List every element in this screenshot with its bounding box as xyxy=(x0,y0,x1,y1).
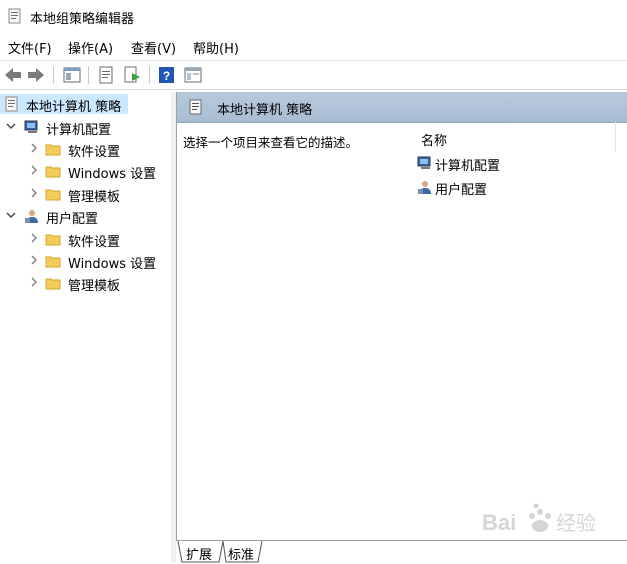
folder-icon xyxy=(45,144,61,156)
tree-item-label: 管理模板 xyxy=(68,190,121,205)
user-icon xyxy=(25,210,38,223)
tree-item-label: 本地计算机 策略 xyxy=(26,100,122,115)
tree-item-label: 计算机配置 xyxy=(46,123,112,138)
tree-item-label: 软件设置 xyxy=(68,145,121,160)
chevron-right-icon[interactable] xyxy=(28,276,40,288)
tree-item-label: Windows 设置 xyxy=(68,257,157,272)
help-icon[interactable]: ? xyxy=(157,65,177,85)
folder-icon xyxy=(45,256,61,268)
details-header: 本地计算机 策略 xyxy=(177,92,627,123)
toolbar: ? xyxy=(0,60,627,90)
svg-text:Bai: Bai xyxy=(482,510,516,535)
tab-extended[interactable]: 扩展 xyxy=(184,541,222,563)
svg-text:经验: 经验 xyxy=(556,511,596,535)
tree-item-computer-software[interactable]: 软件设置 xyxy=(0,139,171,160)
chevron-right-icon[interactable] xyxy=(28,142,40,154)
menu-file[interactable]: 文件(F) xyxy=(8,38,52,57)
tree-item-label: Windows 设置 xyxy=(68,167,157,182)
policy-document-icon xyxy=(5,96,18,112)
tree-item-user-admin-templates[interactable]: 管理模板 xyxy=(0,273,171,294)
list-item-label: 用户配置 xyxy=(435,183,488,198)
tree-item-user-software[interactable]: 软件设置 xyxy=(0,229,171,250)
chevron-right-icon[interactable] xyxy=(28,187,40,199)
chevron-right-icon[interactable] xyxy=(28,254,40,266)
tree-item-user-config[interactable]: 用户配置 xyxy=(0,206,171,227)
menu-bar: 文件(F) 操作(A) 查看(V) 帮助(H) xyxy=(0,36,627,58)
tab-label: 扩展 xyxy=(186,548,213,563)
tree-item-label: 管理模板 xyxy=(68,279,121,294)
tree-item-label: 软件设置 xyxy=(68,235,121,250)
list-item-label: 计算机配置 xyxy=(435,159,501,174)
baidu-watermark: Bai 经验 xyxy=(480,500,620,544)
tree-item-computer-windows-settings[interactable]: Windows 设置 xyxy=(0,161,171,182)
properties-icon[interactable] xyxy=(96,65,116,85)
description-text: 选择一个项目来查看它的描述。 xyxy=(183,135,359,150)
tree-item-computer-admin-templates[interactable]: 管理模板 xyxy=(0,184,171,205)
chevron-down-icon[interactable] xyxy=(5,209,17,221)
details-pane: 本地计算机 策略 选择一个项目来查看它的描述。 名称 计算机配置 用户配置 xyxy=(176,92,627,540)
forward-arrow-icon[interactable] xyxy=(26,65,46,85)
column-header-label: 名称 xyxy=(421,134,448,149)
toolbar-separator xyxy=(88,66,89,84)
tab-standard[interactable]: 标准 xyxy=(226,541,260,563)
tree-item-root[interactable]: 本地计算机 策略 xyxy=(0,94,128,115)
chevron-down-icon[interactable] xyxy=(5,120,17,132)
chevron-right-icon[interactable] xyxy=(28,164,40,176)
toolbar-separator xyxy=(53,66,54,84)
chevron-right-icon[interactable] xyxy=(28,232,40,244)
details-list: 名称 计算机配置 用户配置 xyxy=(405,122,616,540)
tree-item-user-windows-settings[interactable]: Windows 设置 xyxy=(0,251,171,272)
policy-editor-icon xyxy=(8,8,21,24)
menu-action[interactable]: 操作(A) xyxy=(68,38,113,57)
extended-view-icon[interactable] xyxy=(183,65,203,85)
tab-label: 标准 xyxy=(228,548,255,563)
tree-item-computer-config[interactable]: 计算机配置 xyxy=(0,117,171,138)
policy-document-icon xyxy=(189,99,202,115)
tree-item-label: 用户配置 xyxy=(46,212,99,227)
export-list-icon[interactable] xyxy=(122,65,142,85)
folder-icon xyxy=(45,234,61,246)
user-icon xyxy=(418,181,431,194)
folder-icon xyxy=(45,166,61,178)
menu-help[interactable]: 帮助(H) xyxy=(193,38,239,57)
title-bar: 本地组策略编辑器 xyxy=(0,0,627,34)
column-header-name[interactable]: 名称 xyxy=(405,122,616,152)
show-hide-tree-icon[interactable] xyxy=(62,65,82,85)
details-header-title: 本地计算机 策略 xyxy=(217,103,313,118)
folder-icon xyxy=(45,189,61,201)
window-title: 本地组策略编辑器 xyxy=(30,12,135,27)
tree-pane: 本地计算机 策略 计算机配置 软件设置 Windows 设置 管理模板 用户配置… xyxy=(0,92,172,563)
toolbar-separator xyxy=(149,66,150,84)
menu-view[interactable]: 查看(V) xyxy=(131,38,176,57)
baidu-paw-logo: Bai 经验 xyxy=(482,503,596,535)
folder-icon xyxy=(45,278,61,290)
computer-icon xyxy=(417,156,431,169)
back-arrow-icon[interactable] xyxy=(3,65,23,85)
svg-text:?: ? xyxy=(163,69,170,83)
computer-icon xyxy=(24,120,38,133)
